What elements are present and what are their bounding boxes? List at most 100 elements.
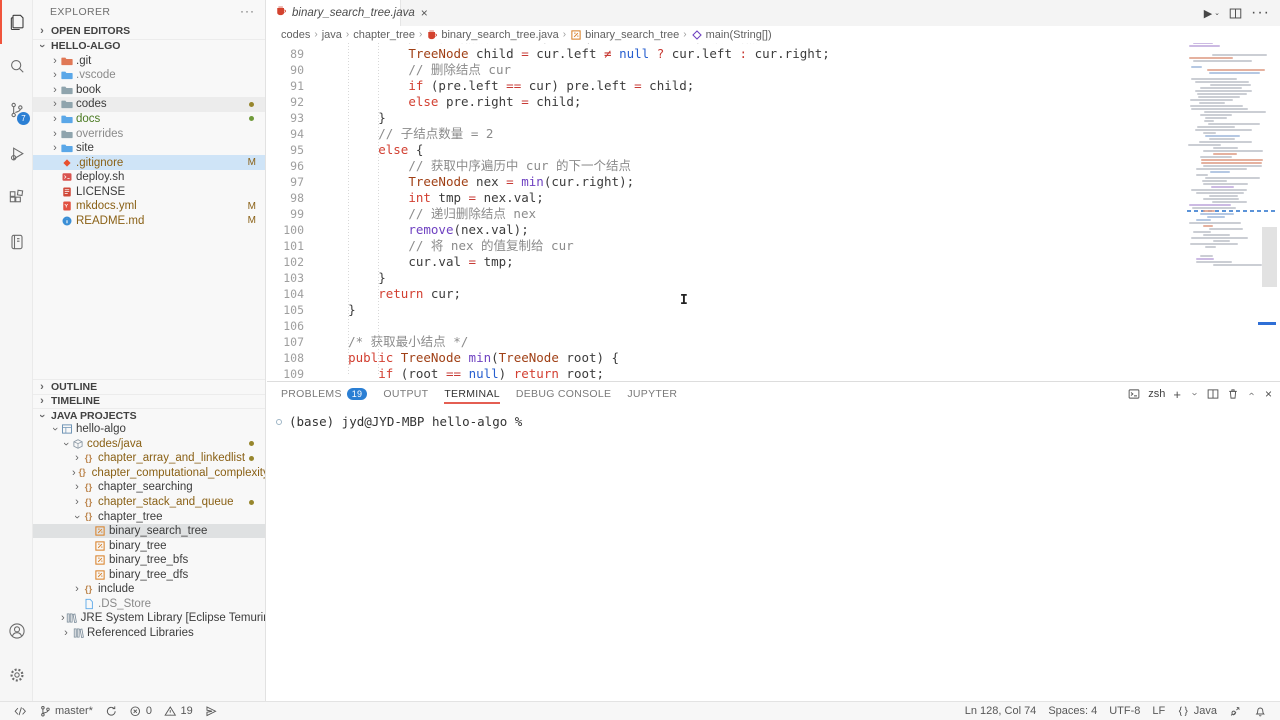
panel-tab-debug-console[interactable]: DEBUG CONSOLE (516, 382, 612, 406)
breadcrumb-item-main-string[interactable]: main(String[]) (691, 29, 772, 41)
panel-tab-terminal[interactable]: TERMINAL (444, 382, 500, 406)
new-terminal-icon[interactable]: + (1173, 387, 1181, 402)
status-item-remote-icon[interactable] (8, 702, 33, 720)
status-item-run-task-icon[interactable] (199, 702, 224, 720)
code-line-104[interactable]: 104 return cur; (267, 286, 1185, 302)
code-line-95[interactable]: 95 else { (267, 142, 1185, 158)
java-item-binary-tree-dfs[interactable]: ›binary_tree_dfs (33, 567, 265, 582)
code-line-91[interactable]: 91 if (pre.left == cur) pre.left = child… (267, 78, 1185, 94)
code-line-89[interactable]: 89 TreeNode child = cur.left ≠ null ? cu… (267, 46, 1185, 62)
code-line-99[interactable]: 99 // 递归删除结点 nex (267, 206, 1185, 222)
java-item-referenced-libraries[interactable]: ›Referenced Libraries (33, 626, 265, 641)
status-item-lf[interactable]: LF (1146, 702, 1171, 720)
java-item-binary-tree-bfs[interactable]: ›binary_tree_bfs (33, 553, 265, 568)
split-terminal-icon[interactable] (1207, 388, 1219, 400)
explorer-item-docs[interactable]: ›docs (33, 112, 265, 127)
search-activity-button[interactable] (0, 44, 33, 88)
status-item-warning-icon[interactable]: 19 (158, 702, 199, 720)
code-line-94[interactable]: 94 // 子结点数量 = 2 (267, 126, 1185, 142)
java-item-binary-search-tree[interactable]: ›binary_search_tree (33, 524, 265, 539)
breadcrumb-item-java[interactable]: java (322, 29, 342, 41)
explorer-more-actions-icon[interactable]: ··· (240, 4, 255, 18)
timeline-section[interactable]: › TIMELINE (33, 394, 265, 408)
code-line-108[interactable]: 108 public TreeNode min(TreeNode root) { (267, 350, 1185, 366)
java-item-chapter-stack-and-queue[interactable]: ›{}chapter_stack_and_queue (33, 495, 265, 510)
status-item-tools-icon[interactable] (1223, 702, 1248, 720)
explorer-item-vscode[interactable]: ›.vscode (33, 68, 265, 83)
code-line-109[interactable]: 109 if (root == null) return root; (267, 366, 1185, 381)
code-editor[interactable]: 88 // 当子结点数量 = 0 / 1 时，child = null / 该子… (267, 0, 1185, 381)
status-item-bell-icon[interactable] (1248, 702, 1273, 720)
outline-section[interactable]: › OUTLINE (33, 379, 265, 393)
status-item-error-icon[interactable]: 0 (123, 702, 158, 720)
minimap[interactable] (1185, 26, 1280, 381)
maximize-panel-icon[interactable]: › (1247, 389, 1257, 399)
code-line-93[interactable]: 93 } (267, 110, 1185, 126)
status-item-braces-icon[interactable]: Java (1171, 702, 1223, 720)
code-line-102[interactable]: 102 cur.val = tmp; (267, 254, 1185, 270)
explorer-item-codes[interactable]: ›codes (33, 97, 265, 112)
kill-terminal-trash-icon[interactable] (1227, 388, 1239, 400)
java-item-chapter-computational-complexity[interactable]: ›{}chapter_computational_complexity (33, 466, 265, 481)
breadcrumb-item-codes[interactable]: codes (281, 29, 310, 41)
java-item-chapter-array-and-linkedlist[interactable]: ›{}chapter_array_and_linkedlist (33, 451, 265, 466)
close-panel-icon[interactable]: × (1265, 387, 1272, 401)
java-item-codes-java[interactable]: ›codes/java (33, 437, 265, 452)
terminal-shell-label[interactable]: zsh (1148, 388, 1165, 400)
java-item-jre-system-library-eclipse-temurin-17-17[interactable]: ›JRE System Library [Eclipse Temurin 17 … (33, 611, 265, 626)
java-item-ds-store[interactable]: ›.DS_Store (33, 597, 265, 612)
java-item-chapter-searching[interactable]: ›{}chapter_searching (33, 480, 265, 495)
explorer-item-deploy-sh[interactable]: ›deploy.sh (33, 170, 265, 185)
more-actions-icon[interactable]: ··· (1251, 4, 1270, 22)
status-item-sync-icon[interactable] (99, 702, 124, 720)
java-item-hello-algo[interactable]: ›hello-algo (33, 422, 265, 437)
code-line-98[interactable]: 98 int tmp = nex.val; (267, 190, 1185, 206)
root-folder-section[interactable]: › HELLO-ALGO (33, 39, 265, 53)
java-item-binary-tree[interactable]: ›binary_tree (33, 538, 265, 553)
java-item-include[interactable]: ›{}include (33, 582, 265, 597)
explorer-item-readme-md[interactable]: ›README.mdM (33, 214, 265, 229)
explorer-item-book[interactable]: ›book (33, 83, 265, 98)
run-debug-activity-button[interactable] (0, 132, 33, 176)
extensions-activity-button[interactable] (0, 176, 33, 220)
explorer-item-gitignore[interactable]: ›.gitignoreM (33, 155, 265, 170)
status-item-utf-8[interactable]: UTF-8 (1103, 702, 1146, 720)
explorer-item-site[interactable]: ›site (33, 141, 265, 156)
source-control-activity-button[interactable]: 7 (0, 88, 33, 132)
terminal-dropdown-icon[interactable]: › (1189, 389, 1199, 399)
explorer-activity-button[interactable] (0, 0, 33, 44)
panel-tab-output[interactable]: OUTPUT (383, 382, 428, 406)
account-button[interactable] (0, 609, 33, 653)
explorer-item-git[interactable]: ›.git (33, 54, 265, 69)
code-line-106[interactable]: 106 (267, 318, 1185, 334)
code-line-97[interactable]: 97 TreeNode nex = min(cur.right); (267, 174, 1185, 190)
explorer-item-overrides[interactable]: ›overrides (33, 126, 265, 141)
open-editors-section[interactable]: › OPEN EDITORS (33, 24, 265, 38)
code-line-90[interactable]: 90 // 删除结点 cur (267, 62, 1185, 78)
run-java-button[interactable]: ▶ ⌄ (1204, 7, 1220, 20)
code-line-100[interactable]: 100 remove(nex.val); (267, 222, 1185, 238)
panel-tab-jupyter[interactable]: JUPYTER (627, 382, 677, 406)
breadcrumb-item-binary-search-tree[interactable]: binary_search_tree (570, 29, 679, 41)
code-line-103[interactable]: 103 } (267, 270, 1185, 286)
breadcrumb-item-binary-search-tree-java[interactable]: binary_search_tree.java (426, 29, 558, 41)
settings-button[interactable] (0, 653, 33, 697)
code-line-107[interactable]: 107 /* 获取最小结点 */ (267, 334, 1185, 350)
status-item-ln-128-col-74[interactable]: Ln 128, Col 74 (959, 702, 1043, 720)
code-line-92[interactable]: 92 else pre.right = child; (267, 94, 1185, 110)
java-projects-section[interactable]: › JAVA PROJECTS (33, 408, 265, 422)
status-item-git-branch-icon[interactable]: master* (33, 702, 99, 720)
code-line-105[interactable]: 105 } (267, 302, 1185, 318)
status-item-spaces-4[interactable]: Spaces: 4 (1042, 702, 1103, 720)
terminal-prompt[interactable]: (base) jyd@JYD-MBP hello-algo % (289, 414, 522, 429)
panel-tab-problems[interactable]: PROBLEMS19 (281, 382, 367, 406)
notebook-activity-button[interactable] (0, 220, 33, 264)
explorer-item-license[interactable]: ›LICENSE (33, 184, 265, 199)
breadcrumb-item-chapter-tree[interactable]: chapter_tree (353, 29, 415, 41)
explorer-item-mkdocs-yml[interactable]: ›mkdocs.ymlM (33, 199, 265, 214)
minimap-slider[interactable] (1262, 227, 1277, 287)
split-editor-icon[interactable] (1229, 7, 1242, 20)
java-item-chapter-tree[interactable]: ›{}chapter_tree (33, 509, 265, 524)
code-line-96[interactable]: 96 // 获取中序遍历中 cur 的下一个结点 (267, 158, 1185, 174)
code-line-101[interactable]: 101 // 将 nex 的值复制给 cur (267, 238, 1185, 254)
